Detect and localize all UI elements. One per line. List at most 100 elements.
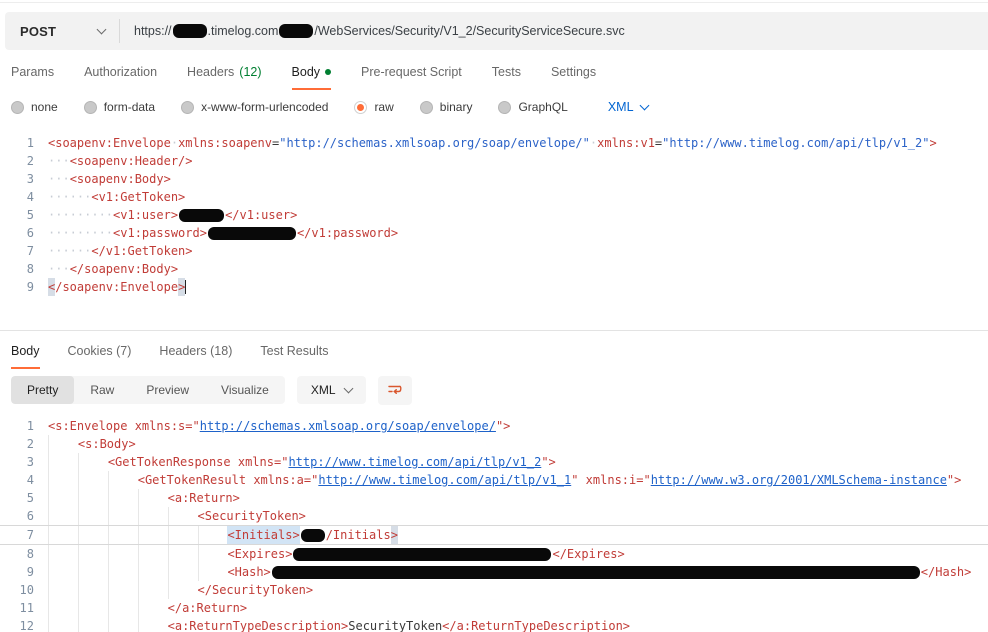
wrap-lines-icon [387, 382, 403, 398]
green-dot-icon [325, 69, 331, 75]
line-number: 6 [0, 507, 48, 525]
response-tab-test-results[interactable]: Test Results [260, 333, 328, 369]
indent-guide [78, 507, 108, 525]
indent-guide [48, 453, 78, 471]
code-token: <Expires> [227, 545, 292, 563]
body-type-label: x-www-form-urlencoded [201, 100, 328, 114]
redaction-bar [279, 24, 313, 38]
code-token: <s:Body> [78, 435, 136, 453]
tab-tests[interactable]: Tests [492, 54, 521, 90]
code-token: <v1:password> [113, 224, 207, 242]
body-type-graphql[interactable]: GraphQL [498, 100, 567, 114]
indent-guide [48, 581, 78, 599]
response-tab-body[interactable]: Body [11, 333, 40, 369]
url-input[interactable]: https://.timelog.com/WebServices/Securit… [120, 24, 625, 38]
method-label: POST [20, 24, 56, 39]
redaction-bar [173, 24, 207, 38]
tab-label: Body [292, 65, 321, 79]
view-preview-button[interactable]: Preview [130, 376, 205, 404]
indent-guide [78, 526, 108, 544]
radio-icon [84, 101, 97, 114]
code-token: > [178, 278, 185, 296]
code-token: <v1:GetToken> [91, 188, 185, 206]
code-token: <GetTokenResult xmlns:a=" [138, 471, 319, 489]
line-number: 11 [0, 599, 48, 617]
line-number: 1 [0, 134, 48, 152]
response-toolbar: PrettyRawPreviewVisualize XML [0, 375, 988, 405]
tab-settings[interactable]: Settings [551, 54, 596, 90]
code-line: 9 <Hash></Hash> [0, 563, 988, 581]
line-number: 2 [0, 152, 48, 170]
tab-label: Authorization [84, 65, 157, 79]
line-number: 6 [0, 224, 48, 242]
code-token: "> [947, 471, 961, 489]
indent-guide [168, 545, 198, 563]
code-token: "http://www.timelog.com/api/tlp/v1_2" [662, 134, 929, 152]
request-tabs: Params Authorization Headers (12) Body Pre-r… [0, 54, 988, 90]
tab-authorization[interactable]: Authorization [84, 54, 157, 90]
line-number: 5 [0, 489, 48, 507]
indent-guide [108, 581, 138, 599]
indent-guide [78, 599, 108, 617]
response-tab-cookies-[interactable]: Cookies (7) [68, 333, 132, 369]
code-line: 4 <GetTokenResult xmlns:a="http://www.ti… [0, 471, 988, 489]
indent-guide [48, 617, 78, 632]
body-type-x-www-form-urlencoded[interactable]: x-www-form-urlencoded [181, 100, 328, 114]
code-line: 3 <GetTokenResponse xmlns="http://www.ti… [0, 453, 988, 471]
wrap-lines-button[interactable] [378, 376, 412, 405]
code-line: 5·········<v1:user></v1:user> [0, 206, 988, 224]
line-number: 8 [0, 545, 48, 563]
code-token: http://www.w3.org/2001/XMLSchema-instanc… [651, 471, 947, 489]
tab-pre-request-script[interactable]: Pre-request Script [361, 54, 462, 90]
line-number: 1 [0, 417, 48, 435]
code-token: http://www.timelog.com/api/tlp/v1_2 [288, 453, 541, 471]
code-line: 8···</soapenv:Body> [0, 260, 988, 278]
line-number: 2 [0, 435, 48, 453]
tab-params[interactable]: Params [11, 54, 54, 90]
code-token: · [171, 134, 178, 152]
code-token: xmlns:soapenv [178, 134, 272, 152]
code-line: 9</soapenv:Envelope> [0, 278, 988, 296]
tab-body[interactable]: Body [292, 54, 332, 90]
radio-icon [181, 101, 194, 114]
code-token: http://www.timelog.com/api/tlp/v1_1 [318, 471, 571, 489]
code-token: /Initials [326, 526, 391, 544]
chevron-down-icon [97, 25, 107, 35]
line-number: 9 [0, 563, 48, 581]
code-line: 3···<soapenv:Body> [0, 170, 988, 188]
request-body-editor[interactable]: 1<soapenv:Envelope·xmlns:soapenv="http:/… [0, 134, 988, 296]
indent-guide [48, 435, 78, 453]
indent-guide [108, 507, 138, 525]
response-tabs: Body Cookies (7) Headers (18) Test Results [0, 335, 988, 367]
tab-count: (12) [239, 65, 261, 79]
indent-guide [168, 563, 198, 581]
view-visualize-button[interactable]: Visualize [205, 376, 285, 404]
response-language-dropdown[interactable]: XML [297, 376, 366, 404]
line-number: 7 [0, 526, 48, 544]
radio-icon [420, 101, 433, 114]
line-number: 10 [0, 581, 48, 599]
code-token: ········· [48, 224, 113, 242]
code-line: 2 <s:Body> [0, 435, 988, 453]
body-type-none[interactable]: none [11, 100, 58, 114]
tab-headers[interactable]: Headers (12) [187, 54, 261, 90]
body-type-form-data[interactable]: form-data [84, 100, 155, 114]
method-dropdown[interactable]: POST [5, 12, 119, 50]
code-line: 8 <Expires></Expires> [0, 545, 988, 563]
indent-guide [78, 489, 108, 507]
body-type-raw[interactable]: raw [354, 100, 393, 114]
indent-guide [78, 471, 108, 489]
response-body-viewer[interactable]: 1<s:Envelope xmlns:s="http://schemas.xml… [0, 417, 988, 632]
response-tab-headers-[interactable]: Headers (18) [159, 333, 232, 369]
view-pretty-button[interactable]: Pretty [11, 376, 74, 404]
line-number: 5 [0, 206, 48, 224]
indent-guide [78, 545, 108, 563]
top-divider [0, 2, 988, 3]
indent-guide [78, 617, 108, 632]
code-token: </Hash> [921, 563, 972, 581]
body-type-binary[interactable]: binary [420, 100, 473, 114]
request-language-dropdown[interactable]: XML [608, 100, 648, 114]
code-line: 12 <a:ReturnTypeDescription>SecurityToke… [0, 617, 988, 632]
view-raw-button[interactable]: Raw [74, 376, 130, 404]
code-line: 4······<v1:GetToken> [0, 188, 988, 206]
